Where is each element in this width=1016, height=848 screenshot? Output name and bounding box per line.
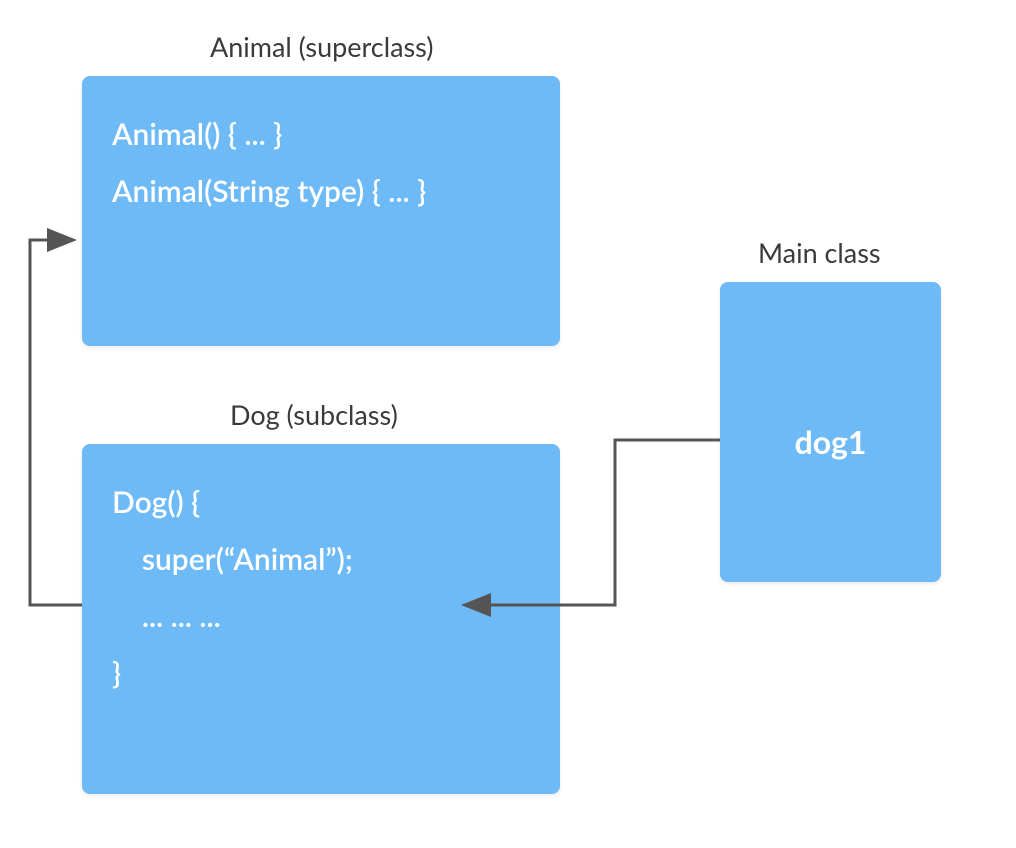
dog-super-call: super(“Animal”); [82, 531, 560, 588]
main-class-label: Main class [758, 236, 881, 269]
animal-superclass-label: Animal (superclass) [210, 30, 433, 63]
dog1-instance: dog1 [795, 282, 867, 461]
animal-constructor-string: Animal(String type) { ... } [82, 163, 560, 220]
arrow-super-to-animal-constructor [30, 240, 82, 605]
animal-class-box: Animal() { ... } Animal(String type) { .… [82, 76, 560, 346]
dog-class-box: Dog() { super(“Animal”); ... ... ... } [82, 444, 560, 794]
dog-constructor-close: } [82, 645, 560, 702]
animal-constructor-noarg: Animal() { ... } [82, 106, 560, 163]
main-class-box: dog1 [720, 282, 941, 582]
dog-ellipsis: ... ... ... [82, 588, 560, 645]
dog-subclass-label: Dog (subclass) [230, 398, 398, 431]
dog-constructor-open: Dog() { [82, 474, 560, 531]
